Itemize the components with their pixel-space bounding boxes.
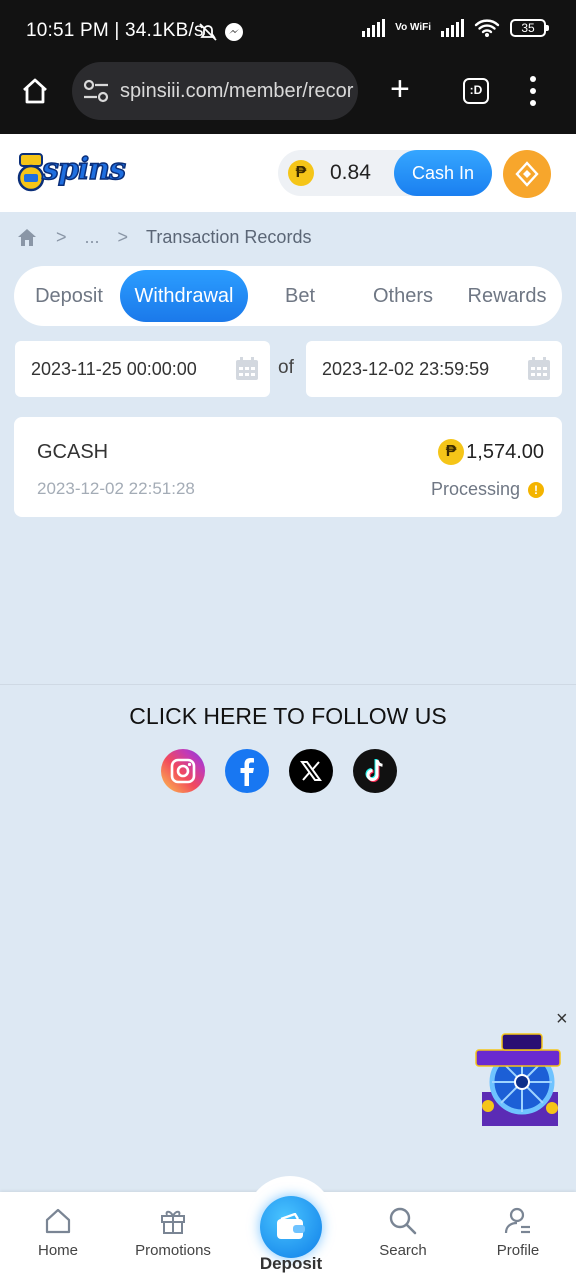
social-links	[161, 749, 397, 793]
section-divider	[0, 684, 576, 685]
warning-icon: !	[528, 481, 544, 498]
instagram-icon[interactable]	[161, 749, 205, 793]
calendar-icon[interactable]	[234, 356, 260, 382]
follow-us-title[interactable]: CLICK HERE TO FOLLOW US	[0, 703, 576, 730]
balance-display: ₱ 0.84 Cash In	[278, 150, 492, 196]
record-type-tabs: Deposit Withdrawal Bet Others Rewards	[14, 266, 562, 326]
url-text[interactable]: spinsiii.com/member/recor	[120, 80, 353, 103]
search-icon	[389, 1207, 417, 1235]
x-icon[interactable]	[289, 749, 333, 793]
end-date-field[interactable]: 2023-12-02 23:59:59	[306, 341, 562, 397]
battery-icon: 35	[510, 19, 549, 37]
status-icons: Vo WiFi 35	[362, 18, 549, 38]
start-date-value[interactable]: 2023-11-25 00:00:00	[31, 359, 197, 379]
tab-bet[interactable]: Bet	[254, 270, 346, 322]
cash-in-button[interactable]: Cash In	[394, 150, 492, 196]
site-header: spins ₱ 0.84 Cash In	[0, 134, 576, 212]
gift-icon	[161, 1210, 185, 1234]
nav-profile-label: Profile	[496, 1242, 540, 1259]
site-logo[interactable]: spins	[14, 150, 127, 194]
browser-menu-icon[interactable]	[530, 76, 536, 106]
breadcrumb-ellipsis[interactable]: ...	[85, 227, 100, 248]
browser-toolbar: spinsiii.com/member/recor + :D	[0, 62, 576, 134]
calendar-icon[interactable]	[526, 356, 552, 382]
nav-profile[interactable]: Profile	[468, 1206, 568, 1259]
date-range-of-label: of	[278, 357, 294, 378]
transaction-record-card[interactable]: GCASH 2023-12-02 22:51:28 ₱ 1,574.00 Pro…	[14, 417, 562, 517]
tiktok-icon[interactable]	[353, 749, 397, 793]
breadcrumb-separator: >	[117, 226, 129, 247]
wifi-icon	[474, 19, 500, 37]
mute-bell-icon	[199, 23, 217, 41]
signal-icon-2	[441, 19, 464, 37]
messenger-icon	[225, 23, 243, 41]
peso-coin-icon: ₱	[288, 160, 314, 186]
status-time: 10:51 PM | 34.1KB/s	[26, 20, 204, 41]
breadcrumb-home-icon[interactable]	[16, 226, 38, 248]
nav-deposit-button[interactable]	[260, 1196, 322, 1258]
nav-promotions[interactable]: Promotions	[123, 1206, 223, 1259]
nav-home-label: Home	[37, 1242, 78, 1259]
tab-switcher-button[interactable]: :D	[463, 78, 489, 104]
status-bar: 10:51 PM | 34.1KB/s Vo WiFi 35	[0, 0, 576, 62]
tab-rewards[interactable]: Rewards	[458, 270, 556, 322]
lucky-wheel-promo[interactable]	[472, 1032, 564, 1128]
breadcrumb: > ... > Transaction Records	[16, 222, 311, 252]
facebook-icon[interactable]	[225, 749, 269, 793]
lucky-wheel-icon	[475, 1033, 561, 1126]
home-icon	[45, 1208, 71, 1234]
signal-icon	[362, 19, 386, 37]
breadcrumb-current: Transaction Records	[146, 226, 312, 247]
logo-text: spins	[41, 151, 126, 188]
new-tab-button[interactable]: +	[390, 72, 410, 106]
nav-deposit-label[interactable]: Deposit	[246, 1254, 336, 1274]
record-status-text: Processing	[430, 479, 520, 499]
record-amount-value: 1,574.00	[466, 440, 544, 463]
wallet-icon	[277, 1213, 305, 1239]
vowifi-label: Vo WiFi	[395, 22, 431, 33]
balance-value: 0.84	[330, 161, 371, 184]
browser-home-icon[interactable]	[20, 76, 50, 106]
nav-search[interactable]: Search	[353, 1206, 453, 1259]
url-bar[interactable]: spinsiii.com/member/recor	[72, 62, 358, 120]
tab-withdrawal[interactable]: Withdrawal	[120, 270, 248, 322]
close-promo-button[interactable]: ×	[556, 1008, 568, 1031]
breadcrumb-separator: >	[56, 226, 67, 247]
end-date-value[interactable]: 2023-12-02 23:59:59	[322, 359, 489, 379]
nav-search-label: Search	[379, 1242, 427, 1259]
rewards-diamond-button[interactable]	[503, 150, 551, 198]
start-date-field[interactable]: 2023-11-25 00:00:00	[15, 341, 270, 397]
site-settings-icon[interactable]	[82, 78, 112, 104]
nav-promotions-label: Promotions	[135, 1242, 211, 1259]
record-datetime: 2023-12-02 22:51:28	[37, 479, 195, 498]
record-status: Processing !	[431, 479, 544, 500]
diamond-icon	[515, 161, 539, 187]
nav-home[interactable]: Home	[8, 1206, 108, 1259]
profile-icon	[504, 1207, 530, 1234]
peso-coin-icon: ₱	[438, 439, 465, 465]
tab-others[interactable]: Others	[352, 270, 454, 322]
record-method: GCASH	[37, 441, 109, 463]
tab-deposit[interactable]: Deposit	[20, 270, 118, 322]
record-amount: ₱ 1,574.00	[438, 439, 544, 465]
